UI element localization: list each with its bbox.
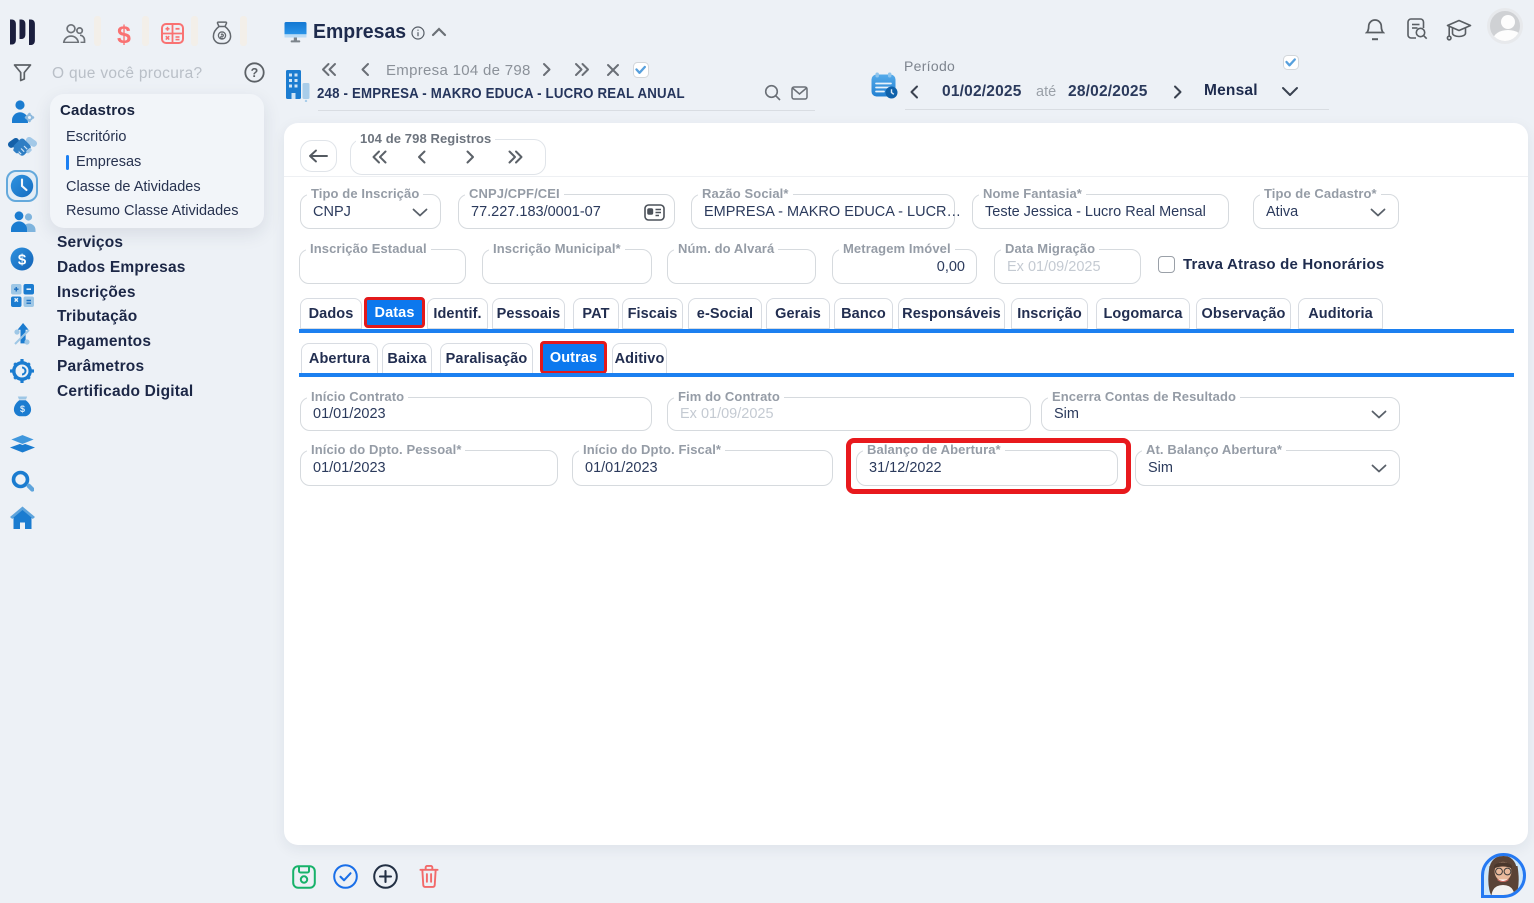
svg-text:$: $ (20, 404, 25, 414)
svg-text:?: ? (251, 66, 259, 80)
svg-text:$: $ (18, 252, 27, 269)
